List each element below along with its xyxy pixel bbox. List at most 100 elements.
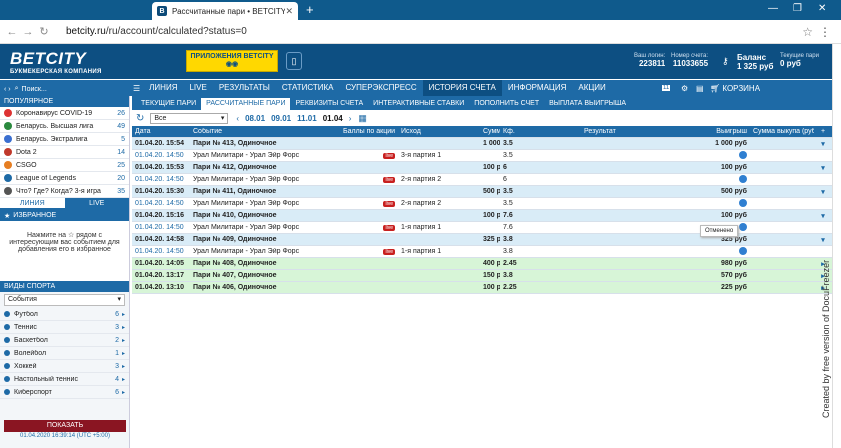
tab-line[interactable]: ЛИНИЯ bbox=[0, 198, 65, 210]
prev-date-icon[interactable]: ‹ bbox=[236, 114, 239, 123]
sport-icon bbox=[4, 109, 12, 117]
key-icon[interactable]: ⚷ bbox=[722, 56, 729, 67]
minimize-icon[interactable]: — bbox=[768, 3, 778, 14]
live-badge: live bbox=[383, 249, 395, 255]
current-bets-value: 0 руб bbox=[780, 59, 801, 68]
bet-row[interactable]: 01.04.20. 14:05 Пари № 408, Одиночное 400 … bbox=[132, 258, 832, 270]
bookmark-star-icon[interactable]: ☆ bbox=[802, 25, 813, 39]
nav-live[interactable]: LIVE bbox=[183, 80, 212, 96]
subtab-account-details[interactable]: РЕКВИЗИТЫ СЧЕТА bbox=[290, 98, 368, 110]
show-button[interactable]: ПОКАЗАТЬ bbox=[4, 420, 126, 432]
sidebar-item-sport[interactable]: Теннис 3 ▸ bbox=[0, 321, 129, 334]
tab-live[interactable]: LIVE bbox=[64, 198, 129, 210]
sidebar-item-popular[interactable]: League of Legends 20 bbox=[0, 172, 129, 185]
sidebar-item-count: 3 bbox=[115, 323, 119, 331]
nav-count-badge[interactable]: 11 bbox=[662, 85, 671, 91]
apps-banner[interactable]: ПРИЛОЖЕНИЯ BETCITY ◉◉ bbox=[186, 50, 278, 72]
nav-results[interactable]: РЕЗУЛЬТАТЫ bbox=[213, 80, 276, 96]
sidebar-item-popular[interactable]: Что? Где? Когда? 3-я игра 35 bbox=[0, 185, 129, 198]
bet-row[interactable]: 01.04.20. 13:10 Пари № 406, Одиночное 100 … bbox=[132, 282, 832, 294]
cell-event: Урал Милитари - Урал Эйр Форс bbox=[193, 200, 300, 207]
sidebar-item-sport[interactable]: Киберспорт 6 ▸ bbox=[0, 386, 129, 399]
event-row[interactable]: 01.04.20. 14:50 Урал Милитари - Урал Эйр … bbox=[132, 246, 832, 258]
phone-icon[interactable]: ▯ bbox=[286, 52, 302, 70]
back-icon[interactable]: ← bbox=[4, 26, 20, 38]
event-row[interactable]: 01.04.20. 14:50 Урал Милитари - Урал Эйр … bbox=[132, 150, 832, 162]
nav-info[interactable]: ИНФОРМАЦИЯ bbox=[502, 80, 573, 96]
close-window-icon[interactable]: ✕ bbox=[818, 3, 826, 14]
bet-row[interactable]: 01.04.20. 15:54 Пари № 413, Одиночное 1 00… bbox=[132, 138, 832, 150]
sidebar-item-popular[interactable]: Коронавирус COVID-19 26 bbox=[0, 107, 129, 120]
close-tab-icon[interactable]: ✕ bbox=[285, 6, 293, 17]
reload-icon[interactable]: ↻ bbox=[36, 25, 52, 38]
sports-list: Футбол 6 ▸ Теннис 3 ▸ Баскетбол 2 ▸ Волейбол 1 ▸ Хок… bbox=[0, 308, 129, 399]
event-row[interactable]: 01.04.20. 14:50 Урал Милитари - Урал Эйр … bbox=[132, 174, 832, 186]
cell-win: 570 руб bbox=[720, 272, 747, 279]
sidebar-item-popular[interactable]: Dota 2 14 bbox=[0, 146, 129, 159]
sidebar-item-sport[interactable]: Баскетбол 2 ▸ bbox=[0, 334, 129, 347]
sidebar-item-sport[interactable]: Футбол 6 ▸ bbox=[0, 308, 129, 321]
betcity-logo[interactable]: BETCITY БУКМЕКЕРСКАЯ КОМПАНИЯ bbox=[10, 49, 102, 75]
sidebar-item-sport[interactable]: Хоккей 3 ▸ bbox=[0, 360, 129, 373]
subtab-interactive-bets[interactable]: ИНТЕРАКТИВНЫЕ СТАВКИ bbox=[368, 98, 469, 110]
calendar-icon[interactable]: ▦ bbox=[358, 113, 367, 124]
nav-statistics[interactable]: СТАТИСТИКА bbox=[276, 80, 340, 96]
subtab-current-bets[interactable]: ТЕКУЩИЕ ПАРИ bbox=[136, 98, 201, 110]
date-link[interactable]: 09.01 bbox=[271, 114, 291, 123]
forward-icon[interactable]: → bbox=[20, 26, 36, 38]
date-link[interactable]: 11.01 bbox=[297, 114, 317, 123]
status-info-icon[interactable] bbox=[739, 150, 747, 159]
nav-line[interactable]: ЛИНИЯ bbox=[143, 80, 183, 96]
status-info-icon[interactable] bbox=[739, 246, 747, 255]
sidebar-item-popular[interactable]: Беларусь. Экстралига 5 bbox=[0, 133, 129, 146]
settings-gear-icon[interactable]: ⚙ bbox=[678, 84, 691, 93]
new-tab-icon[interactable]: + bbox=[306, 2, 314, 17]
sidebar-item-sport[interactable]: Настольный теннис 4 ▸ bbox=[0, 373, 129, 386]
event-row[interactable]: 01.04.20. 14:50 Урал Милитари - Урал Эйр … bbox=[132, 198, 832, 210]
current-bets: Текущие пари 0 руб bbox=[780, 53, 819, 68]
bet-row[interactable]: 01.04.20. 15:30 Пари № 411, Одиночное 500 … bbox=[132, 186, 832, 198]
sidebar-item-popular[interactable]: CSGO 25 bbox=[0, 159, 129, 172]
logo-text: BETCITY bbox=[10, 49, 87, 68]
status-filter-select[interactable]: Все ▾ bbox=[150, 112, 229, 124]
cell-outcome: 1-я партия 1 bbox=[401, 248, 442, 255]
status-info-icon[interactable] bbox=[739, 222, 747, 231]
page-scrollbar[interactable] bbox=[832, 44, 841, 448]
next-date-icon[interactable]: › bbox=[349, 114, 352, 123]
bet-row[interactable]: 01.04.20. 13:17 Пари № 407, Одиночное 150 … bbox=[132, 270, 832, 282]
col-kf: Кф. bbox=[503, 128, 515, 135]
date-current[interactable]: 01.04 bbox=[323, 114, 343, 123]
cell-event: Урал Милитари - Урал Эйр Форс bbox=[193, 152, 300, 159]
sports-select[interactable]: События ▾ bbox=[4, 294, 125, 306]
nav-promo[interactable]: АКЦИИ bbox=[572, 80, 611, 96]
nav-superexpress[interactable]: СУПЕРЭКСПРЕСС bbox=[340, 80, 423, 96]
bet-row[interactable]: 01.04.20. 15:53 Пари № 412, Одиночное 100 … bbox=[132, 162, 832, 174]
collapse-arrows-icon[interactable]: ‹ › bbox=[4, 86, 11, 93]
refresh-icon[interactable]: ↻ bbox=[136, 113, 144, 124]
browser-menu-icon[interactable]: ⋮ bbox=[819, 25, 831, 39]
subtab-calculated-bets[interactable]: РАССЧИТАННЫЕ ПАРИ bbox=[201, 98, 291, 110]
date-link[interactable]: 08.01 bbox=[245, 114, 265, 123]
sidebar-item-label: Киберспорт bbox=[14, 388, 52, 396]
bet-row[interactable]: 01.04.20. 15:16 Пари № 410, Одиночное 100 … bbox=[132, 210, 832, 222]
nav-home-icon[interactable]: ☰ bbox=[130, 84, 143, 93]
nav-account-history[interactable]: ИСТОРИЯ СЧЕТА bbox=[422, 80, 502, 96]
favorites-header: ★ ИЗБРАННОЕ bbox=[0, 210, 129, 221]
restore-icon[interactable]: ❐ bbox=[793, 3, 802, 14]
sidebar-item-sport[interactable]: Волейбол 1 ▸ bbox=[0, 347, 129, 360]
status-info-icon[interactable] bbox=[739, 174, 747, 183]
cart-button[interactable]: 🛒︎ КОРЗИНА bbox=[710, 84, 760, 93]
cell-event: Пари № 408, Одиночное bbox=[193, 260, 277, 267]
status-info-icon[interactable] bbox=[739, 198, 747, 207]
cell-event: Пари № 412, Одиночное bbox=[193, 164, 277, 171]
cell-win bbox=[683, 246, 750, 257]
chevron-down-icon: ▾ bbox=[220, 114, 225, 122]
sidebar-item-popular[interactable]: Беларусь. Высшая лига 49 bbox=[0, 120, 129, 133]
subtab-withdraw[interactable]: ВЫПЛАТА ВЫИГРЫША bbox=[544, 98, 631, 110]
browser-tab-strip: B Рассчитанные пари • BETCITY ✕ + — ❐ ✕ bbox=[0, 0, 841, 20]
sidebar-search[interactable]: ‹ › ⌕ Поиск... bbox=[0, 82, 130, 96]
language-flag-icon[interactable]: ▤ bbox=[693, 84, 707, 93]
subtab-deposit[interactable]: ПОПОЛНИТЬ СЧЕТ bbox=[469, 98, 544, 110]
browser-tab[interactable]: B Рассчитанные пари • BETCITY ✕ bbox=[152, 2, 298, 20]
url-field[interactable]: betcity.ru/ru/account/calculated?status=… bbox=[66, 26, 247, 37]
